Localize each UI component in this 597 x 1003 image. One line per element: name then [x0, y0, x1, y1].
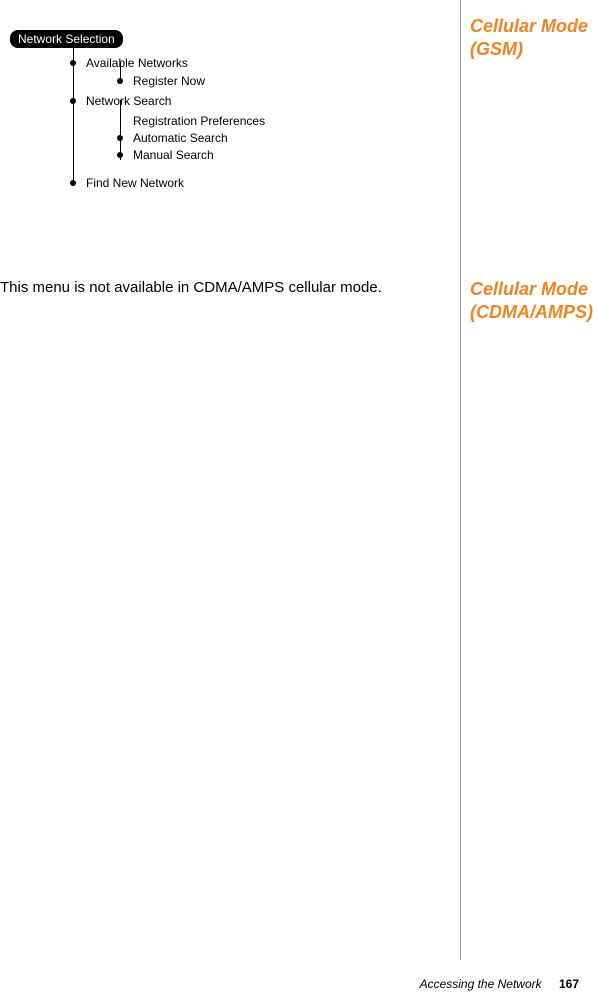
page-footer: Accessing the Network 167 [420, 977, 579, 991]
footer-page-number: 167 [559, 977, 579, 991]
bullet-icon [117, 135, 123, 141]
tree-node-register-now: Register Now [117, 74, 205, 88]
tree-node-network-search: Network Search [70, 94, 171, 108]
tree-label: Register Now [133, 74, 205, 88]
tree-node-automatic-search: Automatic Search [117, 131, 228, 145]
bullet-icon [70, 98, 76, 104]
bullet-icon [117, 152, 123, 158]
tree-node-available-networks: Available Networks [70, 56, 188, 70]
sidebar-divider [460, 0, 461, 960]
tree-label: Automatic Search [133, 131, 228, 145]
content-area: Cellular Mode (GSM) Cellular Mode (CDMA/… [0, 0, 597, 960]
sidebar-heading-cdma: Cellular Mode (CDMA/AMPS) [470, 278, 597, 323]
tree-node-find-new-network: Find New Network [70, 176, 184, 190]
bullet-icon [117, 78, 123, 84]
tree-label: Network Search [86, 94, 171, 108]
sidebar-heading-gsm: Cellular Mode (GSM) [470, 15, 597, 60]
tree-label: Find New Network [86, 176, 184, 190]
tree-node-registration-preferences: Registration Preferences [117, 114, 265, 128]
tree-label: Registration Preferences [133, 114, 265, 128]
body-paragraph: This menu is not available in CDMA/AMPS … [0, 278, 445, 298]
tree-label: Manual Search [133, 148, 214, 162]
tree-node-manual-search: Manual Search [117, 148, 214, 162]
tree-root-badge: Network Selection [10, 30, 123, 48]
bullet-icon [70, 180, 76, 186]
bullet-icon [70, 60, 76, 66]
footer-section-title: Accessing the Network [420, 977, 542, 991]
page: Cellular Mode (GSM) Cellular Mode (CDMA/… [0, 0, 597, 1003]
tree-label: Available Networks [86, 56, 188, 70]
